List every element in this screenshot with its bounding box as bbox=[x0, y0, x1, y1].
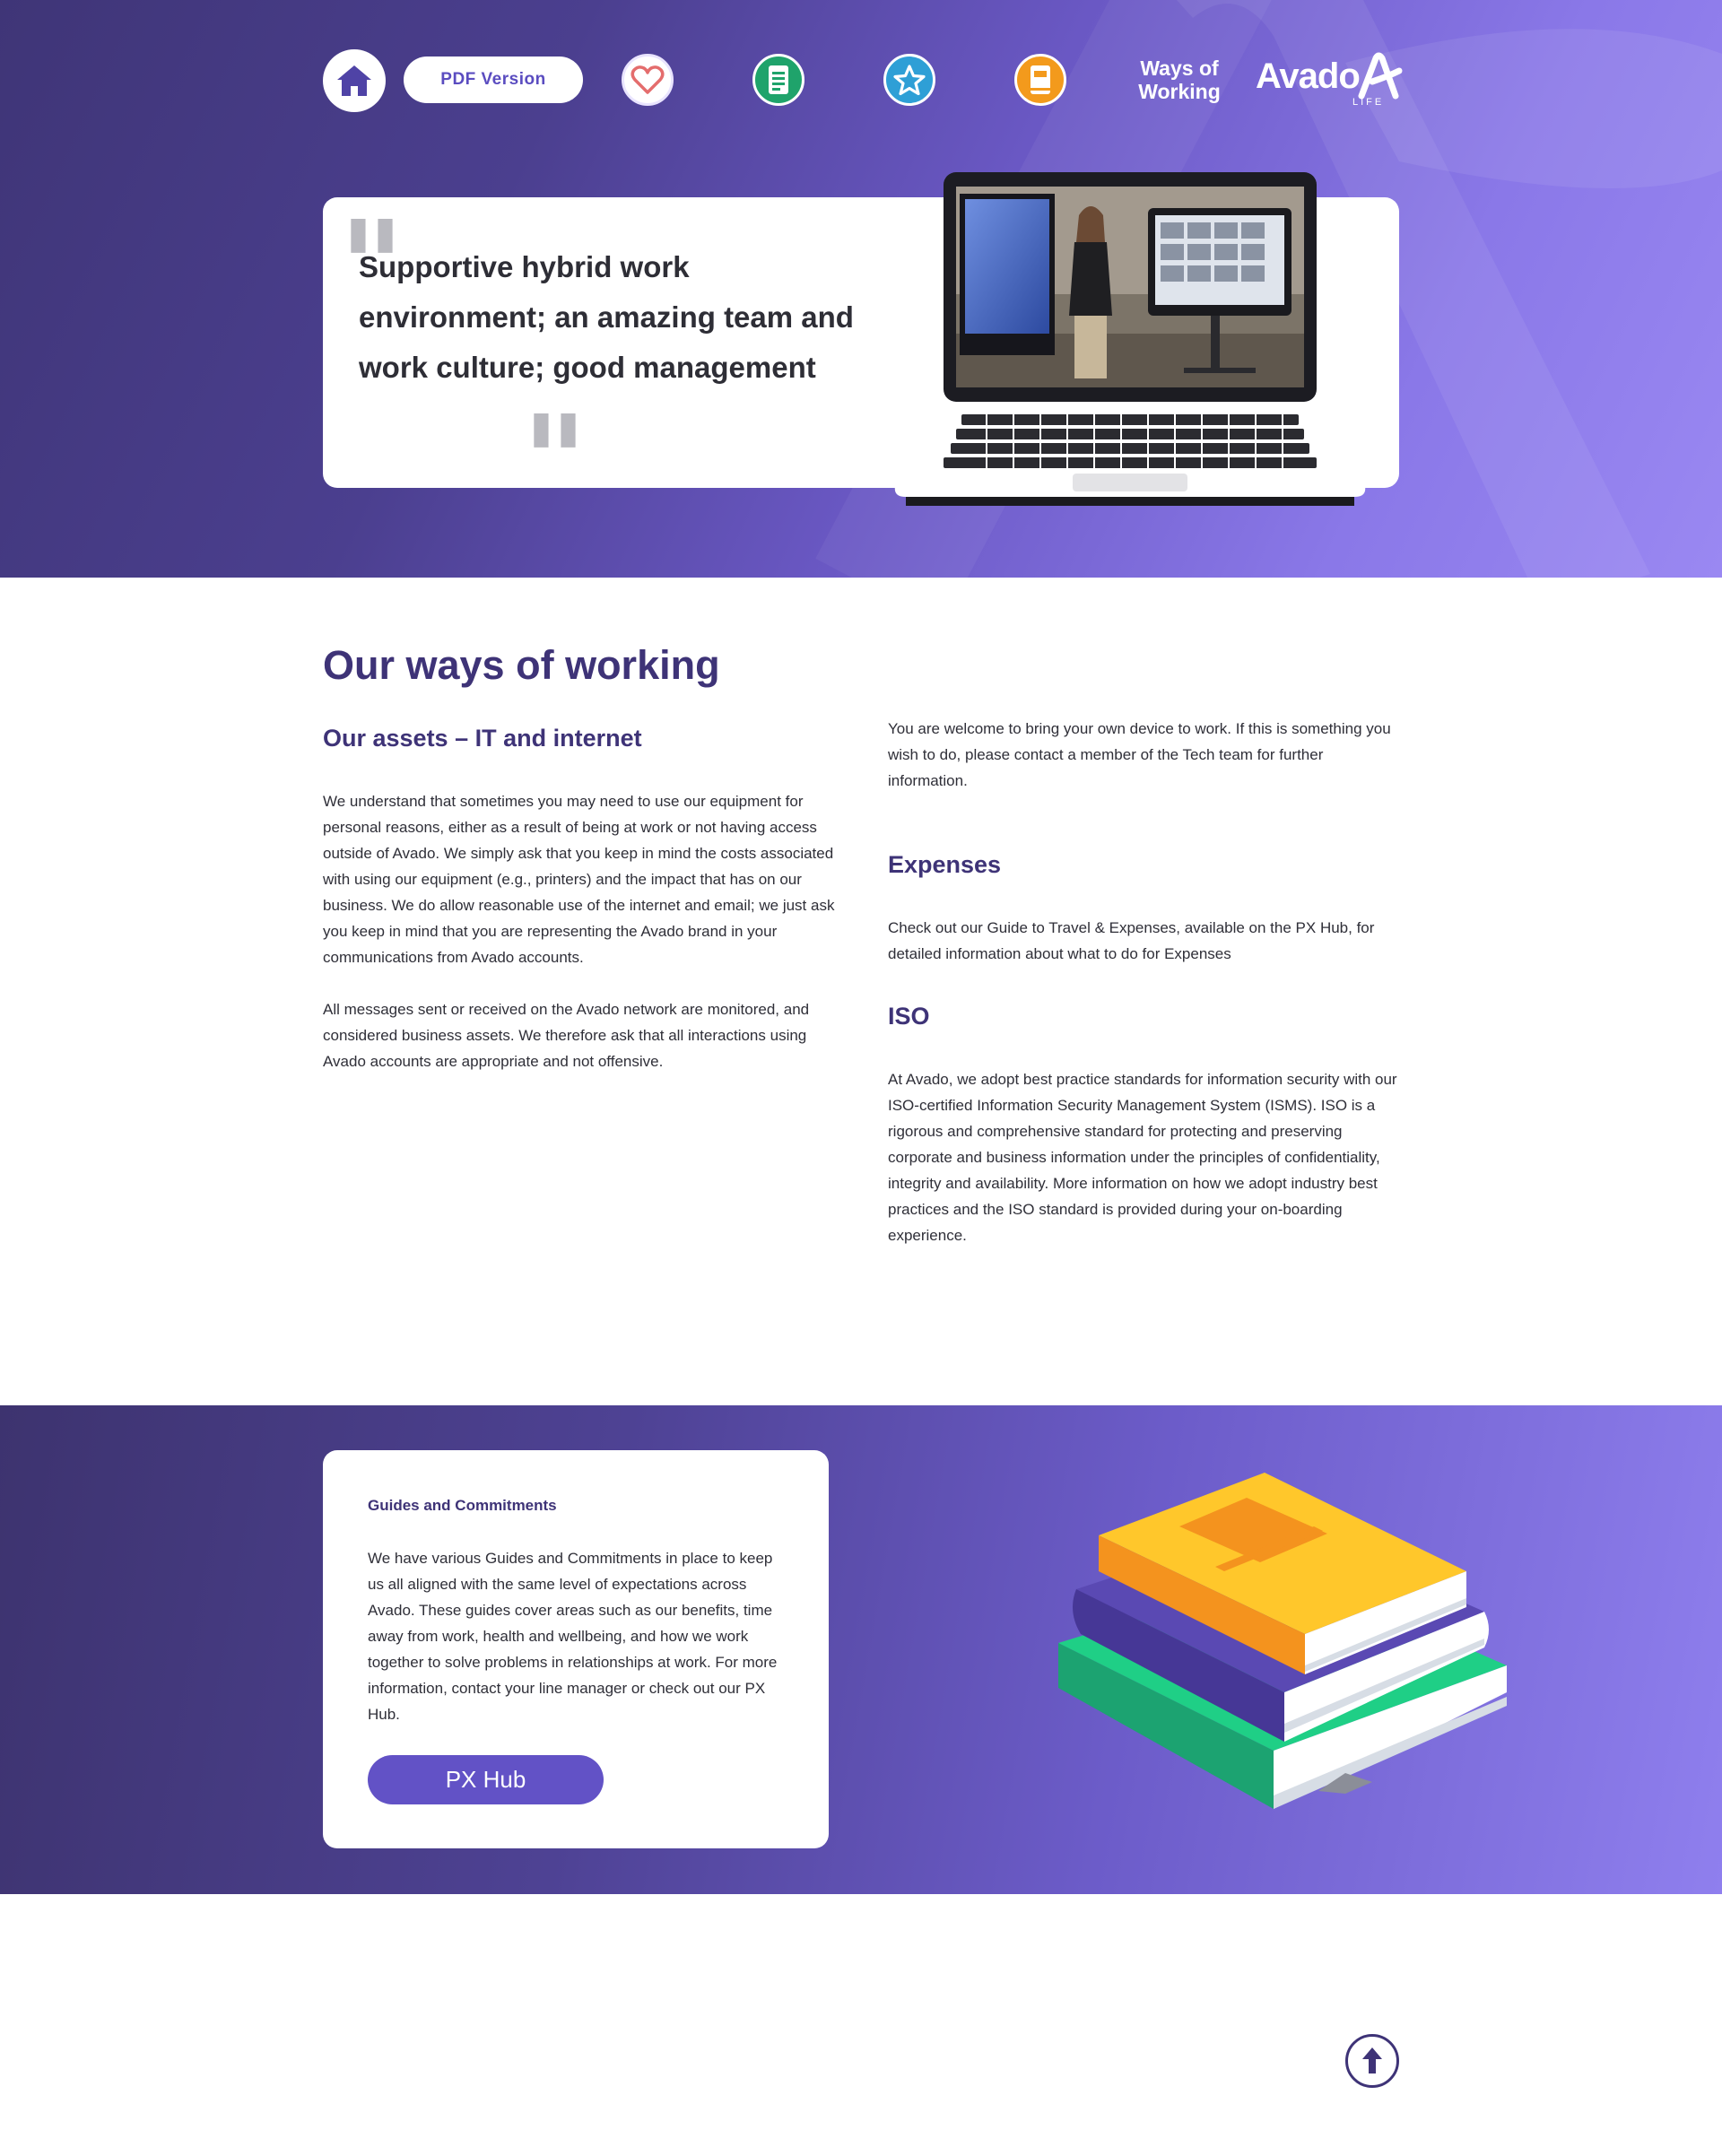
book-stack-illustration bbox=[1058, 1473, 1507, 1809]
laptop-video-call-illustration bbox=[894, 172, 1366, 506]
avado-life-logo[interactable]: Avado LIFE bbox=[1256, 49, 1408, 112]
guides-section: Guides and Commitments We have various G… bbox=[0, 1405, 1722, 1894]
document-icon bbox=[769, 65, 788, 94]
ways-line-1: Ways of bbox=[1140, 57, 1219, 80]
pdf-version-button[interactable]: PDF Version bbox=[404, 57, 583, 103]
assets-paragraph-1: We understand that sometimes you may nee… bbox=[323, 793, 835, 966]
guides-card: Guides and Commitments We have various G… bbox=[323, 1450, 829, 1848]
policies-nav-button[interactable] bbox=[752, 54, 804, 106]
expenses-heading: Expenses bbox=[888, 851, 1002, 878]
guides-nav-button[interactable] bbox=[1014, 54, 1066, 106]
logo-subtitle: LIFE bbox=[1352, 97, 1385, 108]
ways-line-2: Working bbox=[1138, 80, 1221, 103]
left-column: Our assets – IT and internet We understa… bbox=[323, 725, 843, 1074]
benefits-nav-button[interactable] bbox=[883, 54, 935, 106]
guides-title: Guides and Commitments bbox=[368, 1497, 557, 1514]
assets-paragraph-2: All messages sent or received on the Ava… bbox=[323, 1001, 810, 1070]
iso-heading: ISO bbox=[888, 1003, 930, 1030]
arrow-up-icon bbox=[1362, 2047, 1382, 2073]
back-to-top-button[interactable] bbox=[1345, 2034, 1399, 2088]
star-icon bbox=[893, 65, 926, 96]
page-title: Our ways of working bbox=[323, 642, 720, 688]
guides-text: We have various Guides and Commitments i… bbox=[368, 1550, 778, 1723]
home-icon bbox=[337, 65, 371, 96]
byod-paragraph: You are welcome to bring your own device… bbox=[888, 720, 1391, 789]
heart-icon bbox=[631, 65, 665, 94]
ways-of-working-link[interactable]: Ways of Working bbox=[1126, 57, 1233, 103]
book-icon bbox=[1031, 65, 1050, 94]
px-hub-button[interactable]: PX Hub bbox=[368, 1755, 604, 1804]
close-quote-icon: " bbox=[522, 388, 587, 535]
logo-wordmark: Avado bbox=[1256, 57, 1361, 96]
main-content: Our ways of working Our assets – IT and … bbox=[323, 628, 1399, 1291]
testimonial-quote: Supportive hybrid work environment; an a… bbox=[359, 250, 854, 384]
hero-banner: PDF Version Ways of Working Avado LIFE "… bbox=[0, 0, 1722, 578]
expenses-paragraph: Check out our Guide to Travel & Expenses… bbox=[888, 919, 1375, 962]
assets-heading: Our assets – IT and internet bbox=[323, 725, 642, 752]
home-button[interactable] bbox=[323, 49, 386, 112]
wellbeing-nav-button[interactable] bbox=[622, 54, 674, 106]
iso-paragraph: At Avado, we adopt best practice standar… bbox=[888, 1071, 1397, 1244]
top-navigation: PDF Version Ways of Working Avado LIFE bbox=[323, 49, 1403, 112]
right-column: You are welcome to bring your own device… bbox=[888, 720, 1399, 1248]
